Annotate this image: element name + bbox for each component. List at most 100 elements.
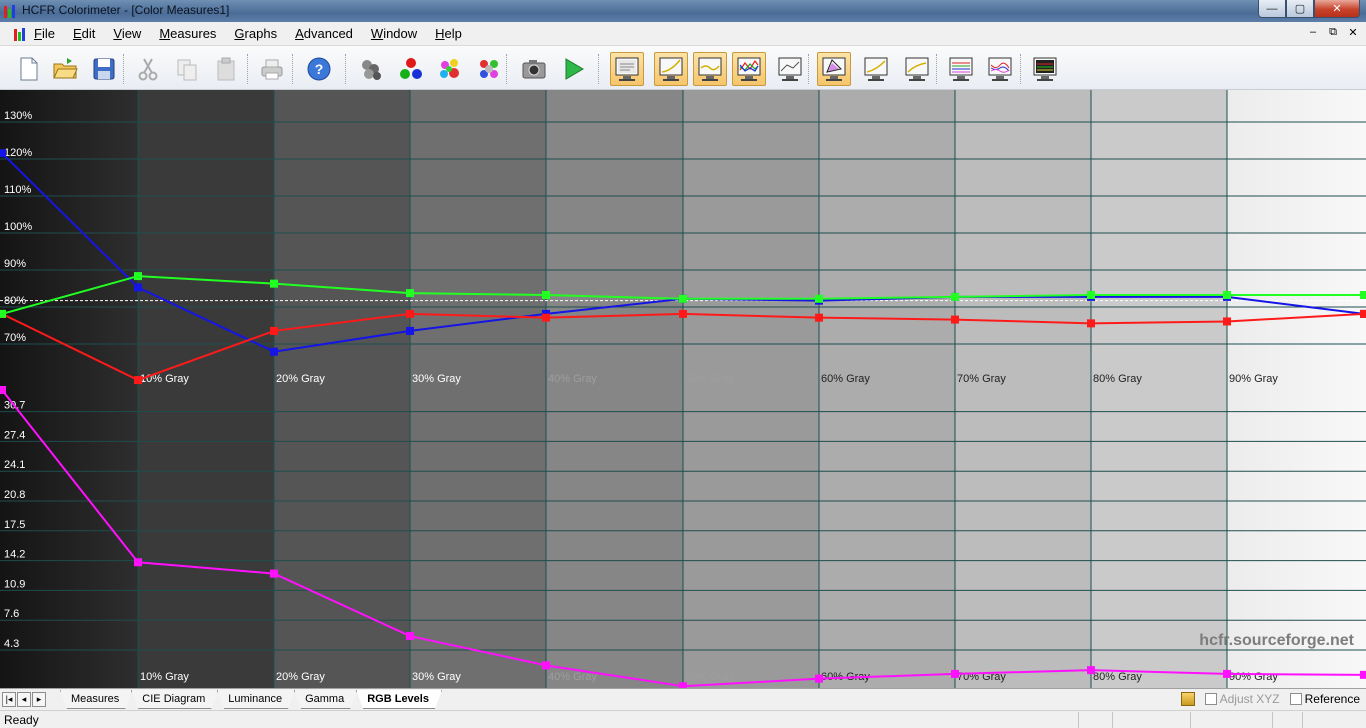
data-point <box>134 558 142 567</box>
saturation-graph-icon[interactable] <box>773 52 807 86</box>
toolbar-separator <box>247 54 250 84</box>
menu-item-mnemonic: M <box>159 26 171 41</box>
maximize-button[interactable]: ▢ <box>1286 0 1314 18</box>
delta-e-graph-icon-glyph <box>905 57 929 81</box>
tab-bar: |◂ ◂ ▸ Measures CIE Diagram Luminance Gamma… <box>0 688 1366 710</box>
x-category-label: 90% Gray <box>1229 671 1278 683</box>
menu-item-label: iew <box>121 26 142 41</box>
menu-item[interactable]: Measures <box>159 26 216 41</box>
y-tick-label: 10.9 <box>4 578 25 590</box>
open-folder-icon[interactable] <box>48 52 82 86</box>
tab-rgb-levels[interactable]: RGB Levels <box>356 690 442 709</box>
help-icon[interactable]: ? <box>302 52 336 86</box>
gray-patch-background <box>1227 90 1366 688</box>
reference-checkbox[interactable] <box>1289 693 1302 705</box>
print-icon[interactable] <box>255 52 289 86</box>
measure-spheres-icon[interactable] <box>354 52 388 86</box>
menu-item-mnemonic: F <box>34 26 42 41</box>
menu-item[interactable]: Advanced <box>295 26 353 41</box>
gray-patch-background <box>819 90 955 688</box>
multi-spheres-icon[interactable] <box>472 52 506 86</box>
menu-item[interactable]: Graphs <box>234 26 277 41</box>
menu-item-label: dvanced <box>303 26 353 41</box>
view-monitor-icon[interactable] <box>610 52 644 86</box>
data-point <box>1087 666 1095 675</box>
color-spheres-icon[interactable] <box>433 52 467 86</box>
data-point <box>815 674 823 683</box>
window-title: HCFR Colorimeter - [Color Measures1] <box>22 3 230 17</box>
data-point <box>1223 291 1231 299</box>
data-point <box>406 326 414 335</box>
status-pane <box>1112 712 1190 728</box>
status-pane <box>1078 712 1112 728</box>
data-point <box>134 283 142 292</box>
watermark: hcfr.sourceforge.net <box>1199 632 1354 649</box>
new-icon[interactable] <box>10 52 44 86</box>
camera-icon[interactable] <box>517 52 551 86</box>
status-pane <box>1272 712 1302 728</box>
help-icon-glyph: ? <box>307 57 331 81</box>
close-button[interactable]: ✕ <box>1314 0 1360 18</box>
colortemp-graph-icon[interactable] <box>944 52 978 86</box>
cie-diagram-icon[interactable] <box>817 52 851 86</box>
menu-item-mnemonic: W <box>370 26 384 41</box>
data-point <box>406 309 414 318</box>
colortemp-graph-icon-glyph <box>949 57 973 81</box>
adjust-xyz-checkbox[interactable] <box>1204 693 1217 705</box>
minimize-button[interactable]: — <box>1258 0 1286 18</box>
x-category-label: 30% Gray <box>412 671 461 683</box>
measure-spheres-icon-glyph <box>362 60 381 80</box>
tab-cie-diagram[interactable]: CIE Diagram <box>131 690 218 709</box>
copy-icon[interactable] <box>170 52 204 86</box>
menu-item[interactable]: File <box>34 26 55 41</box>
tab-next-button[interactable]: ▸ <box>32 692 46 707</box>
svg-text:?: ? <box>315 61 324 77</box>
menu-item[interactable]: View <box>113 26 141 41</box>
gray-patch-background <box>955 90 1091 688</box>
gray-patch-background <box>410 90 546 688</box>
luminance-graph-icon[interactable] <box>654 52 688 86</box>
color-spheres-icon-glyph <box>440 59 459 78</box>
x-category-label: 90% Gray <box>1229 373 1278 385</box>
rgb-balls-icon[interactable] <box>394 52 428 86</box>
gamma-graph-icon[interactable] <box>693 52 727 86</box>
menu-item[interactable]: Window <box>371 26 417 41</box>
play-icon[interactable] <box>557 52 591 86</box>
luminance-graph-icon-glyph <box>659 57 683 81</box>
open-folder-icon-glyph <box>53 58 78 79</box>
data-point <box>951 292 959 301</box>
tab-first-button[interactable]: |◂ <box>2 692 16 707</box>
save-disk-icon[interactable] <box>87 52 121 86</box>
menu-item-mnemonic: E <box>72 26 82 41</box>
paste-icon[interactable] <box>209 52 243 86</box>
x-category-label: 80% Gray <box>1093 373 1142 385</box>
delta-e-graph-icon[interactable] <box>900 52 934 86</box>
menu-item-mnemonic: A <box>295 26 304 41</box>
app-icon <box>4 4 18 18</box>
tab-gamma[interactable]: Gamma <box>294 690 357 709</box>
menu-item[interactable]: Help <box>435 26 462 41</box>
tab-luminance[interactable]: Luminance <box>217 690 295 709</box>
data-point <box>1087 319 1095 328</box>
mdi-close-button[interactable]: ✕ <box>1346 26 1360 39</box>
rgb-levels-graph-icon[interactable] <box>732 52 766 86</box>
near-black-graph-icon[interactable] <box>1028 52 1062 86</box>
status-pane <box>1190 712 1272 728</box>
mdi-restore-button[interactable]: ⧉ <box>1326 26 1340 39</box>
cut-icon[interactable] <box>131 52 165 86</box>
menu-item-label: elp <box>444 26 462 41</box>
title-bar: HCFR Colorimeter - [Color Measures1] — ▢… <box>0 0 1366 22</box>
rgb-histogram-icon[interactable] <box>983 52 1017 86</box>
mdi-minimize-button[interactable]: – <box>1306 26 1320 39</box>
tab-measures[interactable]: Measures <box>60 690 132 709</box>
saturation-graph-icon-glyph <box>778 57 802 81</box>
menu-item-mnemonic: G <box>234 26 245 41</box>
gray-patch-background <box>274 90 410 688</box>
graph-monitor-icon[interactable] <box>859 52 893 86</box>
menu-item[interactable]: Edit <box>73 26 95 41</box>
toolbar-separator <box>506 54 509 84</box>
document-icon[interactable] <box>14 27 28 41</box>
toolbar-separator <box>936 54 939 84</box>
tab-prev-button[interactable]: ◂ <box>17 692 31 707</box>
data-point <box>406 289 414 298</box>
